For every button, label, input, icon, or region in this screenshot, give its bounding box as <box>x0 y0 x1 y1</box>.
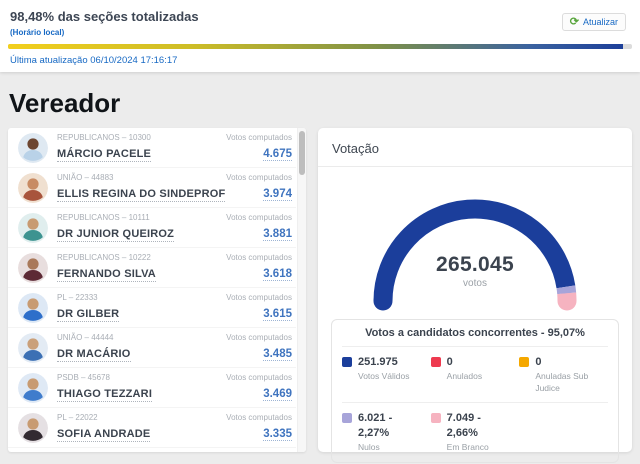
candidate-name[interactable]: THIAGO TEZZARI <box>57 388 153 402</box>
page-title: Vereador <box>9 88 121 118</box>
votes-gauge: 265.045 votos <box>355 179 595 311</box>
votacao-panel: Votação 265.045 votos Votos a candidatos… <box>318 128 632 464</box>
legend-item: 6.021 - 2,27% Nulos <box>342 411 431 453</box>
candidate-party: UNIÃO – 44444 <box>57 333 114 342</box>
progress-fill <box>8 44 623 49</box>
candidate-name[interactable]: DR JUNIOR QUEIROZ <box>57 228 175 242</box>
candidate-avatar <box>18 252 48 283</box>
candidate-avatar <box>18 372 48 403</box>
candidate-avatar <box>18 172 48 203</box>
candidate-party: PL – 22022 <box>57 413 98 422</box>
legend-value: 6.021 - 2,27% <box>358 412 393 439</box>
candidate-name[interactable]: DR MACÁRIO <box>57 348 131 362</box>
candidate-name[interactable]: FERNANDO SILVA <box>57 268 156 282</box>
candidate-name[interactable]: ELLIS REGINA DO SINDEPROF <box>57 188 226 202</box>
candidate-row[interactable]: REPUBLICANOS – 10111 DR JUNIOR QUEIROZ V… <box>8 208 296 248</box>
candidate-party: UNIÃO – 44883 <box>57 173 114 182</box>
refresh-button[interactable]: ⟳ Atualizar <box>561 13 626 31</box>
candidate-votes[interactable]: 3.615 <box>263 308 292 321</box>
candidate-name[interactable]: SOFIA ANDRADE <box>57 428 151 442</box>
candidate-row[interactable]: UNIÃO – 44444 DR MACÁRIO Votos computado… <box>8 328 296 368</box>
candidate-list-scrollbar[interactable] <box>297 128 306 452</box>
election-results-page: 98,48% das seções totalizadas (Horário l… <box>0 0 640 464</box>
legend-label: Nulos <box>358 441 380 452</box>
last-update-text: Última atualização 06/10/2024 17:16:17 <box>10 55 178 66</box>
votes-computed-label: Votos computados <box>226 213 292 222</box>
legend-value: 7.049 - 2,66% <box>446 412 481 439</box>
candidate-avatar <box>18 132 48 163</box>
totalization-progress-bar <box>8 44 632 49</box>
totalization-header: 98,48% das seções totalizadas (Horário l… <box>0 0 640 72</box>
legend-label: Votos Válidos <box>358 371 410 382</box>
candidate-name[interactable]: DR GILBER <box>57 308 120 322</box>
candidate-votes[interactable]: 3.974 <box>263 188 292 201</box>
candidate-party: REPUBLICANOS – 10111 <box>57 213 150 222</box>
scrollbar-thumb[interactable] <box>299 131 305 175</box>
legend-swatch <box>430 413 441 424</box>
legend-value: 0 <box>535 356 542 368</box>
candidate-row[interactable]: UNIÃO – 44883 ELLIS REGINA DO SINDEPROF … <box>8 168 296 208</box>
votes-computed-label: Votos computados <box>226 413 292 422</box>
candidate-votes[interactable]: 3.618 <box>263 268 292 281</box>
candidate-row[interactable]: PL – 22333 DR GILBER Votos computados 3.… <box>8 288 296 328</box>
total-votes-value: 265.045 <box>435 253 514 276</box>
legend-item: 7.049 - 2,66% Em Branco <box>430 411 520 453</box>
candidate-votes[interactable]: 4.675 <box>263 148 292 161</box>
candidate-votes[interactable]: 3.485 <box>263 348 292 361</box>
votes-legend-box: Votos a candidatos concorrentes - 95,07%… <box>331 319 619 464</box>
legend-swatch <box>342 357 352 367</box>
candidates-panel: REPUBLICANOS – 10300 MÁRCIO PACELE Votos… <box>8 128 306 452</box>
sections-totalized-title: 98,48% das seções totalizadas <box>10 9 199 24</box>
legend-swatch <box>519 357 530 367</box>
total-votes-label: votos <box>463 278 487 289</box>
votes-computed-label: Votos computados <box>226 133 292 142</box>
refresh-icon: ⟳ <box>569 15 579 28</box>
refresh-button-label: Atualizar <box>582 17 618 27</box>
legend-value: 251.975 <box>358 356 398 368</box>
candidate-votes[interactable]: 3.335 <box>263 428 292 441</box>
candidate-name[interactable]: MÁRCIO PACELE <box>57 148 152 162</box>
candidate-party: REPUBLICANOS – 10222 <box>57 253 151 262</box>
candidate-row[interactable]: REPUBLICANOS – 10300 MÁRCIO PACELE Votos… <box>8 128 296 168</box>
legend-label: Anulados <box>446 371 483 382</box>
legend-item: 0 Anuladas Sub Judice <box>519 355 608 394</box>
candidate-avatar <box>18 292 48 323</box>
candidate-row[interactable]: PL – 22022 SOFIA ANDRADE Votos computado… <box>8 408 296 448</box>
votes-computed-label: Votos computados <box>226 173 292 182</box>
local-time-note: (Horário local) <box>10 28 65 37</box>
votes-computed-label: Votos computados <box>226 373 292 382</box>
candidate-party: REPUBLICANOS – 10300 <box>57 133 151 142</box>
votes-computed-label: Votos computados <box>226 333 292 342</box>
candidate-row[interactable]: REPUBLICANOS – 10222 FERNANDO SILVA Voto… <box>8 248 296 288</box>
candidate-party: PL – 22333 <box>57 293 98 302</box>
legend-label: Anuladas Sub Judice <box>535 371 589 393</box>
votes-computed-label: Votos computados <box>226 253 292 262</box>
legend-swatch <box>430 357 441 367</box>
votes-computed-label: Votos computados <box>226 293 292 302</box>
legend-title: Votos a candidatos concorrentes - 95,07% <box>342 327 608 347</box>
legend-swatch <box>342 413 352 424</box>
gauge-arc <box>373 199 577 311</box>
legend-row-1: 251.975 Votos Válidos 0 Anulados 0 Anula… <box>342 347 608 394</box>
candidate-avatar <box>18 212 48 243</box>
candidate-party: PSDB – 45678 <box>57 373 110 382</box>
candidate-avatar <box>18 332 48 363</box>
candidate-row[interactable]: PSDB – 45678 THIAGO TEZZARI Votos comput… <box>8 368 296 408</box>
candidate-votes[interactable]: 3.469 <box>263 388 292 401</box>
candidate-avatar <box>18 412 48 443</box>
legend-item: 251.975 Votos Válidos <box>342 355 431 394</box>
legend-row-2: 6.021 - 2,27% Nulos 7.049 - 2,66% Em Bra… <box>342 402 608 453</box>
legend-label: Em Branco <box>446 441 489 452</box>
candidate-list: REPUBLICANOS – 10300 MÁRCIO PACELE Votos… <box>8 128 296 452</box>
candidate-votes[interactable]: 3.881 <box>263 228 292 241</box>
legend-value: 0 <box>446 356 453 368</box>
votacao-title: Votação <box>318 128 632 167</box>
legend-item: 0 Anulados <box>430 355 520 394</box>
